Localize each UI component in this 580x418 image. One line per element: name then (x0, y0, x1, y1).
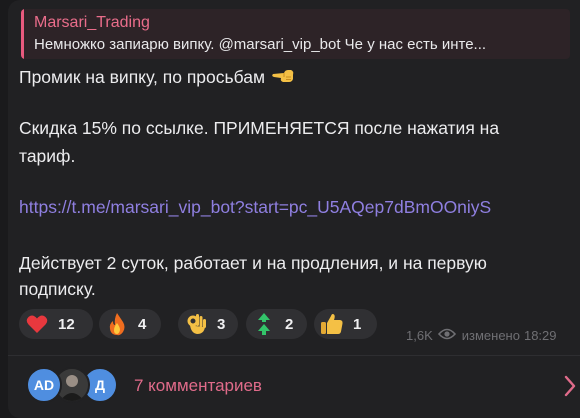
reply-author: Marsari_Trading (34, 14, 150, 31)
message-line-1: Промик на випку, по просьбам (19, 66, 295, 91)
message-line-3: тариф. (19, 146, 76, 166)
reaction-fire[interactable]: 4 (99, 309, 161, 339)
message-time: 18:29 (523, 328, 557, 343)
reaction-count: 3 (217, 315, 226, 333)
reaction-count: 4 (138, 315, 147, 333)
message-line-5: подписку. (19, 279, 96, 299)
comments-button[interactable]: AD Д 7 комментариев (8, 356, 580, 418)
pointing-hand-icon (271, 66, 295, 91)
message-text: Промик на випку, по просьбам (19, 67, 266, 88)
reaction-count: 1 (353, 315, 362, 333)
reaction-double-arrow-up[interactable]: 2 (246, 309, 307, 339)
message-line-4: Действует 2 суток, работает и на продлен… (19, 253, 487, 273)
reply-quote[interactable]: Marsari_Trading Немножко запиарю випку. … (21, 9, 570, 59)
message-line-2: Скидка 15% по ссылке. ПРИМЕНЯЕТСЯ после … (19, 118, 500, 138)
double-arrow-up-icon (252, 312, 276, 336)
edited-label: изменено (461, 328, 520, 343)
reaction-thumbs-up[interactable]: 1 (314, 309, 377, 339)
fire-icon (105, 312, 129, 336)
promo-link[interactable]: https://t.me/marsari_vip_bot?start=pc_U5… (19, 197, 491, 218)
eye-icon (437, 328, 456, 343)
reaction-count: 12 (58, 315, 75, 333)
comments-label: 7 комментариев (134, 376, 262, 395)
heart-icon (25, 312, 49, 336)
reply-accent-bar (21, 9, 24, 59)
avatar: AD (26, 367, 62, 403)
reaction-ok-hand[interactable]: 3 (178, 309, 238, 339)
ok-hand-icon (184, 312, 208, 336)
reply-text: Немножко запиарю випку. @marsari_vip_bot… (34, 36, 487, 53)
view-count: 1,6K (406, 328, 433, 343)
thumbs-up-icon (320, 312, 344, 336)
message-bubble: Marsari_Trading Немножко запиарю випку. … (8, 0, 580, 418)
chevron-right-icon (564, 375, 576, 402)
message-meta: 1,6K изменено 18:29 (406, 328, 557, 343)
reaction-count: 2 (285, 315, 294, 333)
reaction-heart[interactable]: 12 (19, 309, 93, 339)
